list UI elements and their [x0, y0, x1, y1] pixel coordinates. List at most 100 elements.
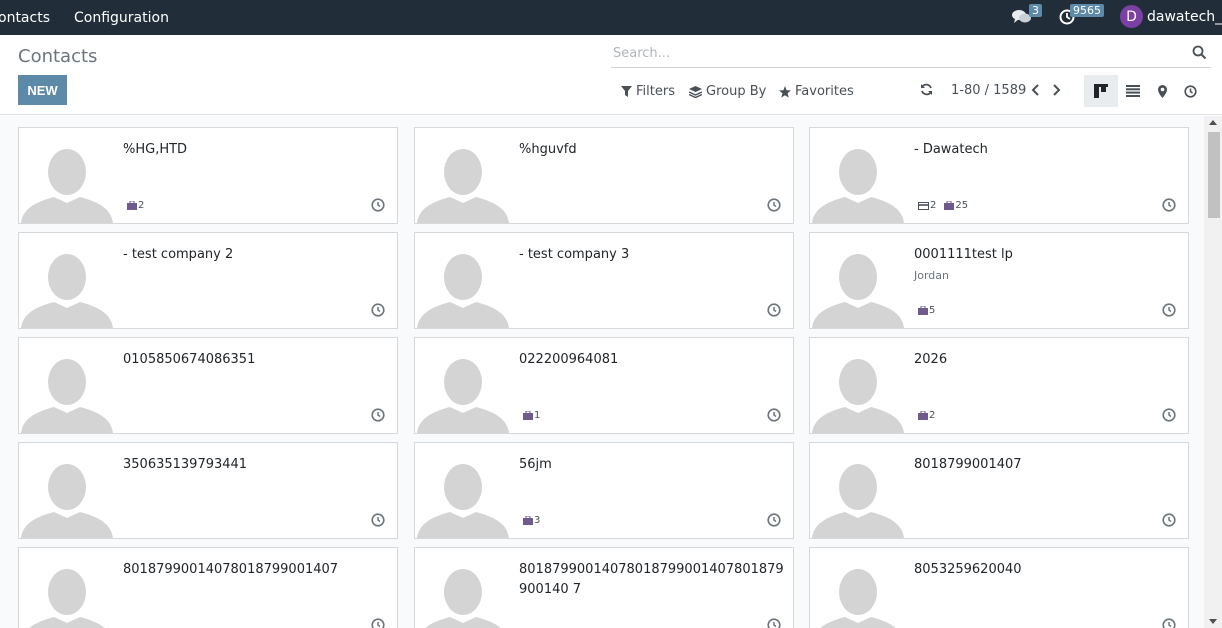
vertical-scrollbar[interactable]: [1204, 116, 1222, 628]
contact-name: 8018799001407: [914, 457, 1022, 472]
tag-count: 1: [534, 410, 541, 421]
contact-name: 350635139793441: [123, 457, 248, 472]
contact-card[interactable]: 0001111test lp Jordan 5: [809, 232, 1189, 329]
refresh-icon[interactable]: [920, 83, 933, 96]
contact-card[interactable]: - Dawatech 2 25: [809, 127, 1189, 224]
contact-card[interactable]: - test company 2: [18, 232, 398, 329]
contact-name: 022200964081: [519, 352, 619, 367]
contact-name: 8053259620040: [914, 562, 1022, 577]
contact-card[interactable]: 350635139793441: [18, 442, 398, 539]
briefcase-icon: [523, 411, 533, 420]
contact-placeholder-image: [812, 464, 904, 538]
layers-icon: [689, 85, 702, 98]
activity-clock-icon[interactable]: [767, 618, 781, 628]
contact-card[interactable]: %HG,HTD 2: [18, 127, 398, 224]
tag-counter: 2: [127, 200, 144, 211]
main-menu: ontacts Configuration: [0, 0, 193, 35]
new-button[interactable]: NEW: [18, 75, 67, 105]
activity-clock-icon[interactable]: [371, 408, 385, 422]
search-icon[interactable]: [1192, 45, 1207, 60]
scroll-up-arrow[interactable]: [1209, 120, 1217, 125]
contact-name: 0105850674086351: [123, 352, 256, 367]
tag-counter: 1: [523, 410, 540, 421]
contact-placeholder-image: [417, 359, 509, 433]
contact-placeholder-image: [417, 464, 509, 538]
filter-icon: [621, 86, 632, 97]
contact-name: 80187990014078018799001407801879900140 7: [519, 562, 784, 597]
activity-clock-icon[interactable]: [371, 513, 385, 527]
map-marker-icon: [1157, 84, 1167, 98]
top-navbar: ontacts Configuration 3 9565 D dawatech_…: [0, 0, 1222, 35]
contact-placeholder-image: [417, 149, 509, 223]
contact-card[interactable]: 2026 2: [809, 337, 1189, 434]
filters-label: Filters: [636, 84, 675, 99]
contact-card[interactable]: 80187990014078018799001407: [18, 547, 398, 628]
contact-card[interactable]: 8018799001407: [809, 442, 1189, 539]
briefcase-icon: [944, 201, 955, 210]
menu-item-configuration[interactable]: Configuration: [74, 10, 169, 26]
activities-badge: 9565: [1070, 4, 1104, 17]
activity-clock-icon[interactable]: [767, 303, 781, 317]
filters-toggle[interactable]: Filters: [621, 84, 675, 99]
menu-item-contacts[interactable]: ontacts: [0, 10, 50, 26]
contact-name: - Dawatech: [914, 142, 988, 157]
username[interactable]: dawatech__: [1147, 9, 1222, 25]
scroll-down-arrow[interactable]: [1209, 619, 1217, 624]
contact-card[interactable]: 022200964081 1: [414, 337, 794, 434]
pager-value[interactable]: 1-80 / 1589: [951, 83, 1026, 98]
groupby-label: Group By: [706, 84, 767, 99]
activity-clock-icon[interactable]: [767, 408, 781, 422]
tag-counter: 3: [523, 515, 540, 526]
activity-clock-icon[interactable]: [767, 513, 781, 527]
activity-clock-icon[interactable]: [1162, 198, 1176, 212]
contact-tags: 2: [918, 410, 943, 421]
page-title: Contacts: [18, 46, 98, 67]
contact-card[interactable]: 8053259620040: [809, 547, 1189, 628]
tag-counter: 25: [944, 200, 968, 211]
contact-name: - test company 3: [519, 247, 630, 262]
briefcase-icon: [523, 516, 533, 525]
activity-clock-icon[interactable]: [371, 198, 385, 212]
contact-name: 2026: [914, 352, 948, 367]
view-kanban-button[interactable]: [1084, 75, 1118, 107]
contact-name: %hguvfd: [519, 142, 577, 157]
activity-clock-icon[interactable]: [371, 618, 385, 628]
card-icon: [918, 201, 929, 210]
contact-card[interactable]: 80187990014078018799001407801879900140 7: [414, 547, 794, 628]
tag-count: 2: [929, 410, 936, 421]
contact-country: Jordan: [914, 269, 949, 282]
activity-clock-icon[interactable]: [767, 198, 781, 212]
activity-clock-icon[interactable]: [1162, 303, 1176, 317]
chevron-right-icon[interactable]: [1052, 84, 1061, 96]
tag-counter: 2: [918, 410, 935, 421]
contact-name: 56jm: [519, 457, 552, 472]
view-activity-button[interactable]: [1173, 75, 1207, 107]
contact-placeholder-image: [417, 254, 509, 328]
contact-tags: 2 25: [918, 200, 976, 211]
contact-card[interactable]: 0105850674086351: [18, 337, 398, 434]
contact-card[interactable]: 56jm 3: [414, 442, 794, 539]
activity-clock-icon[interactable]: [1162, 513, 1176, 527]
tag-count: 2: [138, 200, 145, 211]
control-panel: Contacts NEW Filters Group By Favorites: [0, 35, 1222, 115]
activity-clock-icon[interactable]: [1162, 618, 1176, 628]
scroll-thumb[interactable]: [1208, 132, 1220, 218]
briefcase-icon: [127, 201, 137, 210]
contact-name: - test company 2: [123, 247, 234, 262]
chevron-left-icon[interactable]: [1031, 84, 1040, 96]
contact-card[interactable]: - test company 3: [414, 232, 794, 329]
messages-badge: 3: [1029, 4, 1042, 17]
groupby-toggle[interactable]: Group By: [689, 84, 766, 99]
contact-placeholder-image: [21, 464, 113, 538]
activity-clock-icon[interactable]: [371, 303, 385, 317]
contact-card[interactable]: %hguvfd: [414, 127, 794, 224]
tag-counter: 5: [918, 305, 935, 316]
search-input[interactable]: [611, 41, 1171, 65]
tag-count: 2: [930, 200, 937, 211]
user-avatar[interactable]: D: [1120, 5, 1143, 28]
contact-tags: 3: [523, 515, 548, 526]
activity-clock-icon[interactable]: [1162, 408, 1176, 422]
favorites-toggle[interactable]: Favorites: [779, 84, 854, 99]
tag-count: 5: [929, 305, 936, 316]
tag-counter: 2: [918, 200, 936, 211]
